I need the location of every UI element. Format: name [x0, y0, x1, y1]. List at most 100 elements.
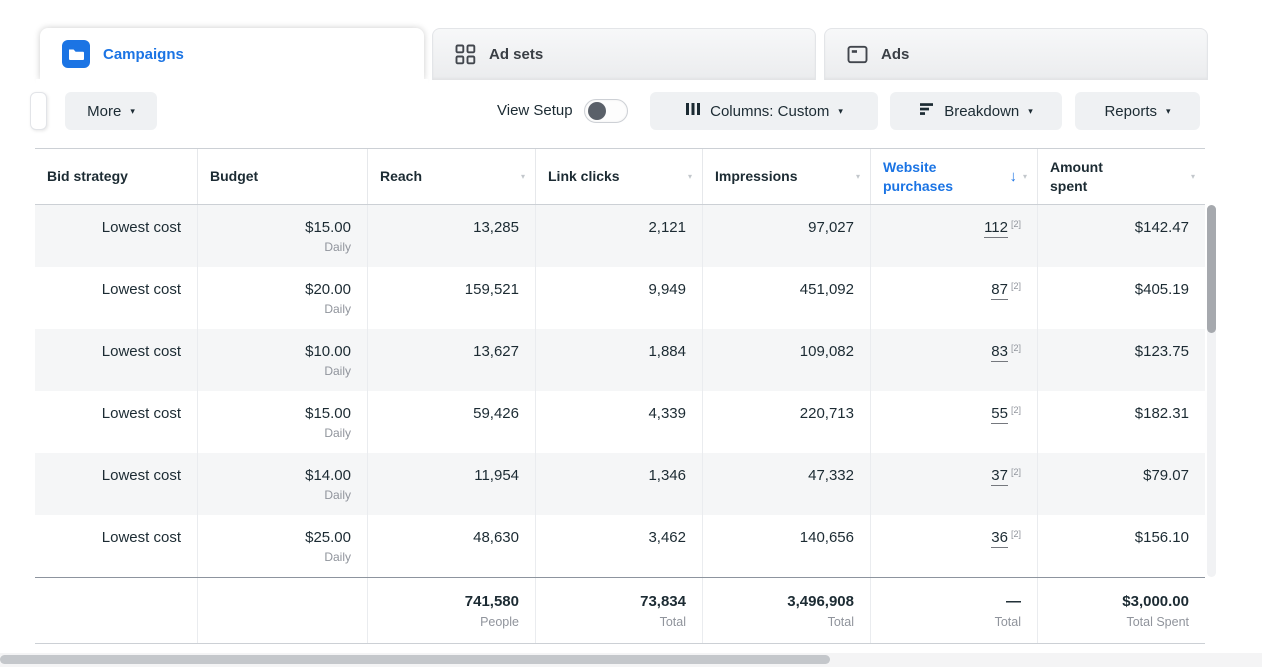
bid-strategy-cell: Lowest cost — [35, 329, 197, 391]
totals-row: 741,580 People 73,834 Total 3,496,908 To… — [35, 577, 1205, 644]
tab-ads[interactable]: Ads — [824, 28, 1208, 80]
chevron-down-icon: ▾ — [130, 107, 135, 116]
website-purchases-cell: 112[2] — [870, 205, 1037, 267]
chevron-down-icon[interactable]: ▾ — [688, 172, 692, 181]
table-row: Lowest cost $25.00 Daily 48,630 3,462 14… — [35, 515, 1205, 577]
header-impressions[interactable]: Impressions ▾ — [702, 149, 870, 204]
bid-strategy-cell: Lowest cost — [35, 391, 197, 453]
totals-link-clicks-cell: 73,834 Total — [535, 578, 702, 643]
view-setup-label: View Setup — [497, 102, 573, 119]
horizontal-scrollbar[interactable] — [0, 653, 1262, 667]
view-setup-toggle[interactable] — [584, 99, 628, 123]
campaigns-folder-icon — [62, 40, 90, 68]
link-clicks-cell: 1,346 — [535, 453, 702, 515]
header-amount-spent[interactable]: Amount spent ▾ — [1037, 149, 1205, 204]
breakdown-button[interactable]: Breakdown ▾ — [890, 92, 1062, 130]
header-link-clicks[interactable]: Link clicks ▾ — [535, 149, 702, 204]
amount-spent-cell: $79.07 — [1037, 453, 1205, 515]
vertical-scrollbar-thumb[interactable] — [1207, 205, 1216, 333]
purchases-footnote: [2] — [1011, 405, 1021, 415]
more-button[interactable]: More ▾ — [65, 92, 157, 130]
tab-campaigns-label: Campaigns — [103, 46, 184, 63]
purchases-value-link[interactable]: 36 — [991, 529, 1008, 548]
header-label: Amount spent — [1050, 158, 1112, 194]
budget-value: $25.00 — [206, 529, 351, 546]
campaigns-table: Bid strategy Budget Reach ▾ Link clicks … — [35, 148, 1205, 644]
ads-frame-icon — [847, 45, 868, 64]
website-purchases-cell: 87[2] — [870, 267, 1037, 329]
link-clicks-cell: 9,949 — [535, 267, 702, 329]
impressions-cell: 220,713 — [702, 391, 870, 453]
columns-icon — [685, 102, 701, 120]
bid-strategy-cell: Lowest cost — [35, 205, 197, 267]
totals-amount-spent-label: Total Spent — [1046, 615, 1189, 629]
reports-button[interactable]: Reports ▾ — [1075, 92, 1200, 130]
reach-cell: 13,627 — [367, 329, 535, 391]
more-button-label: More — [87, 103, 121, 120]
reach-cell: 159,521 — [367, 267, 535, 329]
purchases-value-link[interactable]: 112 — [984, 219, 1008, 238]
totals-empty-cell — [35, 578, 197, 643]
amount-spent-cell: $123.75 — [1037, 329, 1205, 391]
budget-cell: $20.00 Daily — [197, 267, 367, 329]
amount-spent-cell: $142.47 — [1037, 205, 1205, 267]
impressions-cell: 140,656 — [702, 515, 870, 577]
header-label: Website purchases — [883, 158, 963, 194]
budget-cell: $10.00 Daily — [197, 329, 367, 391]
tab-campaigns[interactable]: Campaigns — [40, 28, 424, 80]
website-purchases-cell: 55[2] — [870, 391, 1037, 453]
chevron-down-icon[interactable]: ▾ — [521, 172, 525, 181]
columns-button[interactable]: Columns: Custom ▾ — [650, 92, 878, 130]
purchases-value-link[interactable]: 87 — [991, 281, 1008, 300]
header-label: Budget — [210, 167, 258, 185]
chevron-down-icon: ▾ — [838, 107, 843, 116]
breakdown-icon — [919, 102, 935, 120]
totals-impressions-value: 3,496,908 — [711, 593, 854, 610]
columns-button-label: Columns: Custom — [710, 103, 829, 120]
budget-period: Daily — [206, 240, 351, 254]
amount-spent-cell: $156.10 — [1037, 515, 1205, 577]
totals-purchases-cell: — Total — [870, 578, 1037, 643]
partial-button[interactable] — [30, 92, 47, 130]
budget-value: $20.00 — [206, 281, 351, 298]
amount-spent-cell: $405.19 — [1037, 267, 1205, 329]
chevron-down-icon[interactable]: ▾ — [1191, 172, 1195, 181]
header-budget[interactable]: Budget — [197, 149, 367, 204]
purchases-footnote: [2] — [1011, 529, 1021, 539]
totals-reach-value: 741,580 — [376, 593, 519, 610]
chevron-down-icon[interactable]: ▾ — [1023, 172, 1027, 181]
bid-strategy-cell: Lowest cost — [35, 267, 197, 329]
budget-period: Daily — [206, 364, 351, 378]
toggle-knob — [588, 102, 606, 120]
horizontal-scrollbar-thumb[interactable] — [0, 655, 830, 664]
purchases-footnote: [2] — [1011, 343, 1021, 353]
purchases-value-link[interactable]: 37 — [991, 467, 1008, 486]
impressions-cell: 109,082 — [702, 329, 870, 391]
budget-cell: $25.00 Daily — [197, 515, 367, 577]
chevron-down-icon[interactable]: ▾ — [856, 172, 860, 181]
budget-value: $15.00 — [206, 405, 351, 422]
purchases-value-link[interactable]: 83 — [991, 343, 1008, 362]
header-label: Impressions — [715, 167, 797, 185]
link-clicks-cell: 1,884 — [535, 329, 702, 391]
chevron-down-icon: ▾ — [1166, 107, 1171, 116]
budget-period: Daily — [206, 302, 351, 316]
table-header-row: Bid strategy Budget Reach ▾ Link clicks … — [35, 148, 1205, 205]
tab-ad-sets-label: Ad sets — [489, 46, 543, 63]
budget-period: Daily — [206, 488, 351, 502]
header-label: Link clicks — [548, 167, 620, 185]
totals-empty-cell — [197, 578, 367, 643]
website-purchases-cell: 83[2] — [870, 329, 1037, 391]
budget-cell: $14.00 Daily — [197, 453, 367, 515]
vertical-scrollbar[interactable] — [1207, 205, 1216, 577]
tab-ad-sets[interactable]: Ad sets — [432, 28, 816, 80]
table-row: Lowest cost $10.00 Daily 13,627 1,884 10… — [35, 329, 1205, 391]
header-reach[interactable]: Reach ▾ — [367, 149, 535, 204]
ad-sets-grid-icon — [455, 44, 476, 65]
purchases-value-link[interactable]: 55 — [991, 405, 1008, 424]
header-bid-strategy[interactable]: Bid strategy — [35, 149, 197, 204]
header-website-purchases[interactable]: Website purchases ↓ ▾ — [870, 149, 1037, 204]
impressions-cell: 97,027 — [702, 205, 870, 267]
impressions-cell: 451,092 — [702, 267, 870, 329]
link-clicks-cell: 3,462 — [535, 515, 702, 577]
